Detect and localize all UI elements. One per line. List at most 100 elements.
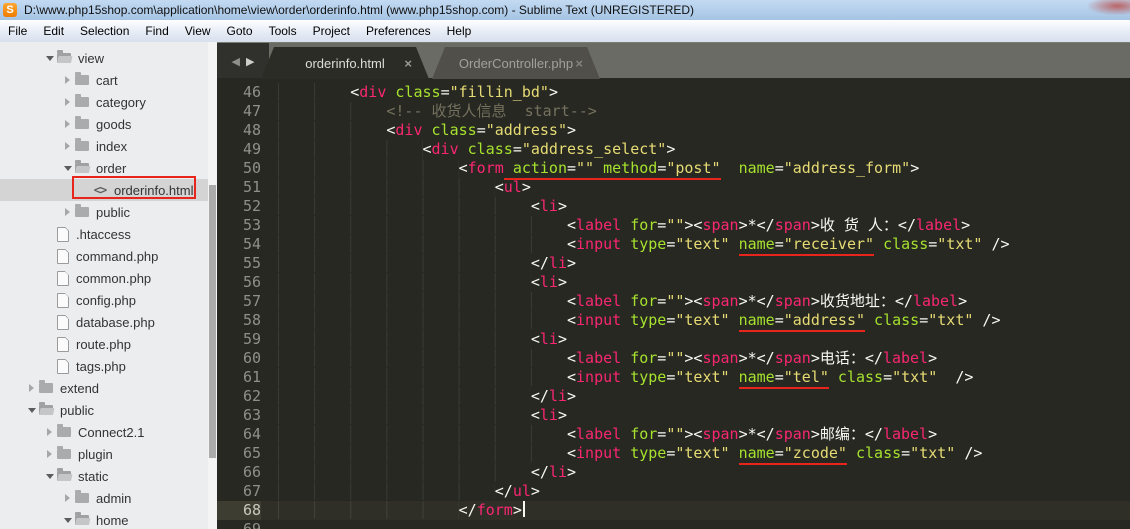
code-line[interactable]: 49 <div class="address_select"> (217, 140, 1130, 159)
chevron-down-icon[interactable] (62, 517, 73, 523)
code-line[interactable]: 67 </ul> (217, 482, 1130, 501)
tree-item-command.php[interactable]: command.php (0, 245, 208, 267)
sidebar-scrollbar-thumb[interactable] (209, 185, 216, 458)
tree-item-public[interactable]: public (0, 399, 208, 421)
folder-icon (75, 138, 89, 151)
code-line[interactable]: 52 <li> (217, 197, 1130, 216)
tree-item-goods[interactable]: goods (0, 113, 208, 135)
tree-item-label: .htaccess (76, 226, 131, 242)
code-line[interactable]: 63 <li> (217, 406, 1130, 425)
chevron-down-icon[interactable] (26, 407, 37, 413)
tree-item-admin[interactable]: admin (0, 487, 208, 509)
chevron-down-icon[interactable] (44, 473, 55, 479)
tree-item-database.php[interactable]: database.php (0, 311, 208, 333)
tree-item-.htaccess[interactable]: .htaccess (0, 223, 208, 245)
code-line[interactable]: 64 <label for=""><span>*</span>邮编：</labe… (217, 425, 1130, 444)
code-line[interactable]: 50 <form action="" method="post" name="a… (217, 159, 1130, 180)
code-line[interactable]: 62 </li> (217, 387, 1130, 406)
code-text: <label for=""><span>*</span>收货地址：</label… (278, 292, 967, 311)
tab-scroll-left-icon[interactable]: ◀ (232, 55, 240, 68)
code-line[interactable]: 59 <li> (217, 330, 1130, 349)
code-line[interactable]: 47 <!-- 收货人信息 start--> (217, 102, 1130, 121)
chevron-right-icon[interactable] (44, 428, 55, 436)
code-line[interactable]: 66 </li> (217, 463, 1130, 482)
chevron-right-icon[interactable] (44, 450, 55, 458)
menu-goto[interactable]: Goto (219, 20, 261, 42)
chevron-right-icon[interactable] (62, 142, 73, 150)
tab-scroll-right-icon[interactable]: ▶ (246, 55, 254, 68)
code-text: <ul> (278, 178, 531, 197)
chevron-down-icon[interactable] (44, 55, 55, 61)
code-line[interactable]: 65 <input type="text" name="zcode" class… (217, 444, 1130, 465)
tree-item-index[interactable]: index (0, 135, 208, 157)
chevron-right-icon[interactable] (62, 208, 73, 216)
tab-close-icon[interactable]: × (404, 56, 412, 71)
tree-item-plugin[interactable]: plugin (0, 443, 208, 465)
folder-icon (57, 468, 71, 481)
menu-tools[interactable]: Tools (261, 20, 305, 42)
menu-selection[interactable]: Selection (72, 20, 137, 42)
tree-item-orderinfo.html[interactable]: <> orderinfo.html (0, 179, 208, 201)
menu-edit[interactable]: Edit (35, 20, 72, 42)
code-line[interactable]: 69 (217, 520, 1130, 529)
tree-item-label: static (78, 468, 109, 484)
tree-item-static[interactable]: static (0, 465, 208, 487)
tree-item-common.php[interactable]: common.php (0, 267, 208, 289)
sidebar: view cart category goods index order <> orderin… (0, 42, 208, 529)
code-line[interactable]: 48 <div class="address"> (217, 121, 1130, 140)
chevron-right-icon[interactable] (26, 384, 37, 392)
menu-file[interactable]: File (0, 20, 35, 42)
file-tree: view cart category goods index order <> orderin… (0, 42, 208, 529)
line-number: 60 (242, 349, 261, 367)
tree-item-label: extend (60, 380, 100, 396)
code-line[interactable]: 57 <label for=""><span>*</span>收货地址：</la… (217, 292, 1130, 311)
code-line[interactable]: 56 <li> (217, 273, 1130, 292)
file-icon (57, 336, 69, 352)
code-line[interactable]: 46 <div class="fillin_bd"> (217, 83, 1130, 102)
tree-item-extend[interactable]: extend (0, 377, 208, 399)
tree-item-connect2.1[interactable]: Connect2.1 (0, 421, 208, 443)
menu-preferences[interactable]: Preferences (358, 20, 439, 42)
code-editor[interactable]: 4546 <div class="fillin_bd">47 <!-- 收货人信… (217, 78, 1130, 529)
menu-project[interactable]: Project (305, 20, 358, 42)
tab-close-icon[interactable]: × (575, 56, 583, 71)
tree-item-route.php[interactable]: route.php (0, 333, 208, 355)
close-button[interactable] (1088, 0, 1130, 15)
chevron-right-icon[interactable] (62, 494, 73, 502)
code-line[interactable]: 60 <label for=""><span>*</span>电话：</labe… (217, 349, 1130, 368)
tree-item-home[interactable]: home (0, 509, 208, 529)
tree-item-category[interactable]: category (0, 91, 208, 113)
code-line[interactable]: 55 </li> (217, 254, 1130, 273)
code-line[interactable]: 58 <input type="text" name="address" cla… (217, 311, 1130, 332)
menu-view[interactable]: View (177, 20, 219, 42)
tree-item-public[interactable]: public (0, 201, 208, 223)
code-line[interactable]: 54 <input type="text" name="receiver" cl… (217, 235, 1130, 256)
chevron-down-icon[interactable] (62, 165, 73, 171)
line-number: 53 (242, 216, 261, 234)
tree-item-cart[interactable]: cart (0, 69, 208, 91)
tab-label: orderinfo.html (305, 55, 385, 71)
line-number: 66 (242, 463, 261, 481)
chevron-right-icon[interactable] (62, 120, 73, 128)
tab-ordercontroller.php[interactable]: OrderController.php × (432, 47, 600, 79)
tree-item-config.php[interactable]: config.php (0, 289, 208, 311)
code-text: </li> (278, 387, 576, 406)
code-line[interactable]: 51 <ul> (217, 178, 1130, 197)
tab-orderinfo.html[interactable]: orderinfo.html × (261, 47, 429, 79)
tree-item-view[interactable]: view (0, 47, 208, 69)
menu-help[interactable]: Help (439, 20, 480, 42)
chevron-right-icon[interactable] (62, 98, 73, 106)
code-text: <li> (278, 406, 567, 425)
code-line[interactable]: 68 </form> (217, 501, 1130, 520)
tree-item-tags.php[interactable]: tags.php (0, 355, 208, 377)
code-text: <li> (278, 197, 567, 216)
editor-column: ◀ ▶ orderinfo.html × OrderController.php × … (217, 42, 1130, 529)
tree-item-order[interactable]: order (0, 157, 208, 179)
code-line[interactable]: 53 <label for=""><span>*</span>收 货 人：</l… (217, 216, 1130, 235)
sidebar-scrollbar[interactable] (208, 42, 217, 529)
menu-find[interactable]: Find (137, 20, 176, 42)
code-line[interactable]: 61 <input type="text" name="tel" class="… (217, 368, 1130, 389)
tree-item-label: plugin (78, 446, 113, 462)
code-text: </form> (278, 501, 525, 520)
chevron-right-icon[interactable] (62, 76, 73, 84)
